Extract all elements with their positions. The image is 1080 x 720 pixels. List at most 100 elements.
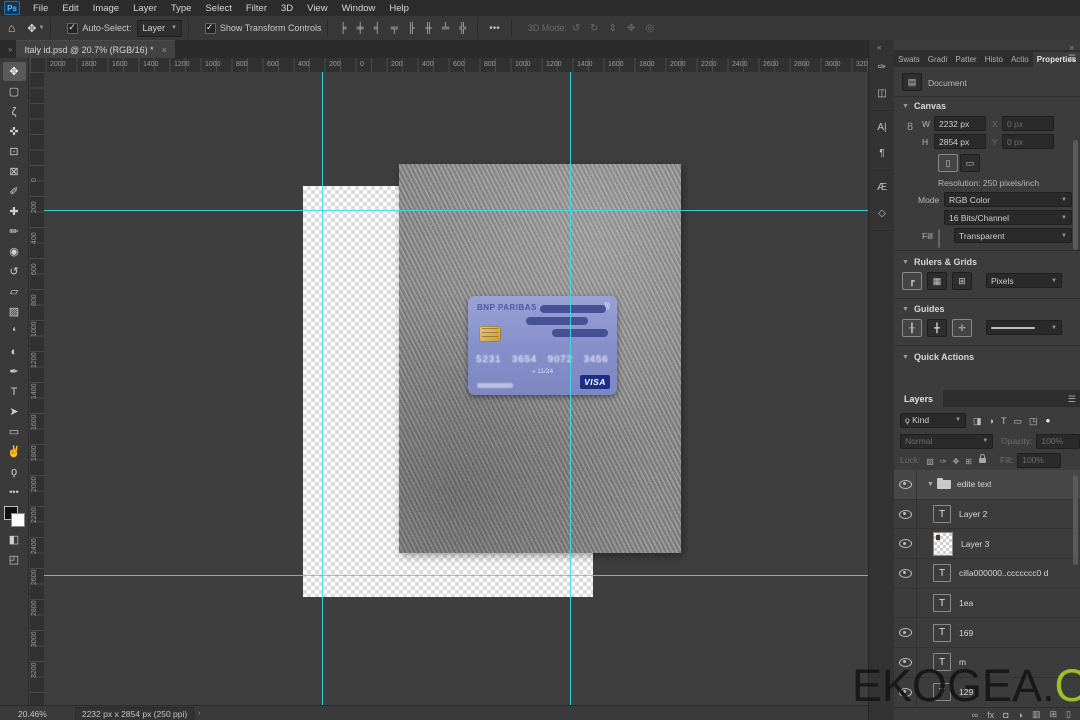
visibility-well[interactable]	[894, 677, 917, 707]
guides-section-chevron-icon[interactable]: ▼	[902, 306, 909, 313]
height-field[interactable]: 2854 px	[934, 134, 986, 149]
orientation-portrait-button[interactable]: ▯	[938, 154, 958, 172]
menu-image[interactable]: Image	[86, 3, 126, 14]
layer-name[interactable]: 1ea	[959, 598, 973, 608]
menu-edit[interactable]: Edit	[55, 3, 85, 14]
lock-transparent-icon[interactable]: ▨	[926, 457, 934, 466]
distribute-v-icon[interactable]: ╟	[403, 23, 420, 34]
eye-icon[interactable]	[898, 628, 912, 638]
blur-tool[interactable]: ❛	[3, 322, 26, 341]
paragraph-panel-icon[interactable]: ¶	[872, 144, 892, 162]
collapse-dock-icon[interactable]: «	[877, 43, 881, 52]
eye-icon[interactable]	[898, 687, 912, 697]
dodge-tool[interactable]: ◐	[3, 342, 26, 361]
visibility-well[interactable]	[894, 648, 917, 677]
new-layer-icon[interactable]: ⊞	[1050, 709, 1058, 720]
fill-checkbox[interactable]	[938, 229, 940, 248]
guide-horizontal[interactable]	[44, 210, 868, 211]
align-right-icon[interactable]: ╡	[369, 23, 386, 34]
layer-row[interactable]: Tm	[894, 648, 1080, 678]
menu-layer[interactable]: Layer	[126, 3, 164, 14]
visibility-well[interactable]	[894, 559, 917, 588]
history-brush-tool[interactable]: ↺	[3, 262, 26, 281]
text-layer-thumbnail[interactable]: T	[933, 653, 951, 672]
status-chevron-icon[interactable]: ›	[198, 710, 200, 717]
units-dropdown[interactable]: Pixels ▼	[986, 273, 1062, 288]
gradient-tool[interactable]: ▨	[3, 302, 26, 321]
more-options-icon[interactable]: •••	[484, 23, 505, 34]
distribute-h-icon[interactable]: ╫	[420, 23, 437, 34]
distribute-center-icon[interactable]: ╬	[454, 23, 471, 34]
clone-source-panel-icon[interactable]: ◫	[872, 84, 892, 102]
crop-tool[interactable]: ⊡	[3, 142, 26, 161]
frame-tool[interactable]: ⊠	[3, 162, 26, 181]
lock-pixels-icon[interactable]: ✑	[940, 457, 947, 466]
layer-name[interactable]: Layer 2	[959, 509, 987, 519]
toggle-pixel-grid-button[interactable]: ⊞	[952, 272, 972, 290]
screen-mode-icon[interactable]: ◰	[3, 550, 26, 569]
text-layer-thumbnail[interactable]: T	[933, 683, 951, 702]
layer-row[interactable]: T 1ea	[894, 588, 1080, 619]
panel-tab-patter[interactable]: Patter	[951, 52, 980, 67]
toggle-smart-guides-button[interactable]: ╋	[927, 319, 947, 337]
eye-icon[interactable]	[898, 568, 912, 578]
glyphs-panel-icon[interactable]: Æ	[872, 178, 892, 196]
ruler-horizontal[interactable]: 2000 1800 1600 1400 1200 1000 800 600 400 200 0 200…	[30, 58, 868, 73]
layer-row[interactable]: Layer 3	[894, 529, 1080, 560]
visibility-well[interactable]	[894, 618, 917, 648]
photoshop-logo-icon[interactable]: Ps	[4, 1, 20, 15]
text-layer-thumbnail[interactable]: T	[933, 594, 951, 613]
quick-selection-tool[interactable]: ✜	[3, 122, 26, 141]
brush-tool[interactable]: ✏	[3, 222, 26, 241]
marquee-tool[interactable]: ▢	[3, 82, 26, 101]
lasso-tool[interactable]: ζ	[3, 102, 26, 121]
panel-tab-histo[interactable]: Histo	[981, 52, 1007, 67]
layer-style-icon[interactable]: fx	[987, 710, 994, 720]
align-bottom-icon[interactable]: ╧	[437, 23, 454, 34]
menu-select[interactable]: Select	[198, 3, 238, 14]
layers-menu-icon[interactable]: ☰	[1068, 394, 1076, 405]
depth-dropdown[interactable]: 16 Bits/Channel ▼	[944, 210, 1072, 225]
rulers-section-chevron-icon[interactable]: ▼	[902, 259, 909, 266]
auto-select-checkbox[interactable]	[67, 22, 79, 34]
guide-vertical[interactable]	[322, 72, 323, 705]
layers-tab[interactable]: Layers	[894, 390, 944, 407]
align-top-icon[interactable]: ╤	[386, 23, 403, 34]
menu-type[interactable]: Type	[164, 3, 199, 14]
layer-row[interactable]: T 129	[894, 677, 1080, 708]
visibility-well[interactable]	[894, 499, 917, 529]
layer-row[interactable]: Tcilla000000..ccccccc0 d	[894, 559, 1080, 589]
quick-actions-chevron-icon[interactable]: ▼	[902, 354, 909, 361]
visibility-well[interactable]	[894, 529, 917, 559]
layer-mask-icon[interactable]: ◘	[1003, 710, 1008, 720]
layer-name[interactable]: m	[959, 657, 966, 667]
properties-scrollbar[interactable]	[1073, 140, 1078, 250]
layer-name[interactable]: 129	[959, 687, 973, 697]
properties-menu-icon[interactable]: ☰	[1068, 53, 1076, 64]
eraser-tool[interactable]: ▱	[3, 282, 26, 301]
eye-icon[interactable]	[898, 479, 912, 489]
toggle-rulers-button[interactable]: ┏	[902, 272, 922, 290]
align-left-icon[interactable]: ╞	[334, 23, 351, 34]
home-icon[interactable]: ⌂	[8, 21, 15, 35]
eye-icon[interactable]	[898, 509, 912, 519]
delete-layer-icon[interactable]: ▯	[1066, 709, 1071, 720]
move-tool[interactable]: ✥	[2, 62, 26, 81]
eye-icon[interactable]	[898, 539, 912, 549]
type-tool[interactable]: T	[3, 382, 26, 401]
menu-help[interactable]: Help	[382, 3, 416, 14]
credit-card-layer[interactable]: BNP PARIBAS ))) 5231 3654 9072 3456 » 11…	[468, 296, 617, 395]
layer-row[interactable]: T Layer 2	[894, 499, 1080, 530]
layer-name[interactable]: edite text	[957, 479, 992, 489]
guide-style-dropdown[interactable]: ▼	[986, 320, 1062, 335]
tab-overflow-icon[interactable]: »	[8, 45, 12, 54]
show-transform-checkbox[interactable]	[204, 22, 216, 34]
guide-vertical[interactable]	[570, 72, 571, 705]
hand-tool[interactable]: ✌	[3, 442, 26, 461]
lock-all-icon[interactable]	[979, 453, 986, 463]
brush-settings-panel-icon[interactable]: ✑	[872, 58, 892, 76]
canvas-viewport[interactable]: BNP PARIBAS ))) 5231 3654 9072 3456 » 11…	[44, 72, 868, 705]
character-panel-icon[interactable]: A|	[872, 118, 892, 136]
link-dimensions-icon[interactable]: 8	[907, 121, 913, 133]
canvas-section-chevron-icon[interactable]: ▼	[902, 103, 909, 110]
